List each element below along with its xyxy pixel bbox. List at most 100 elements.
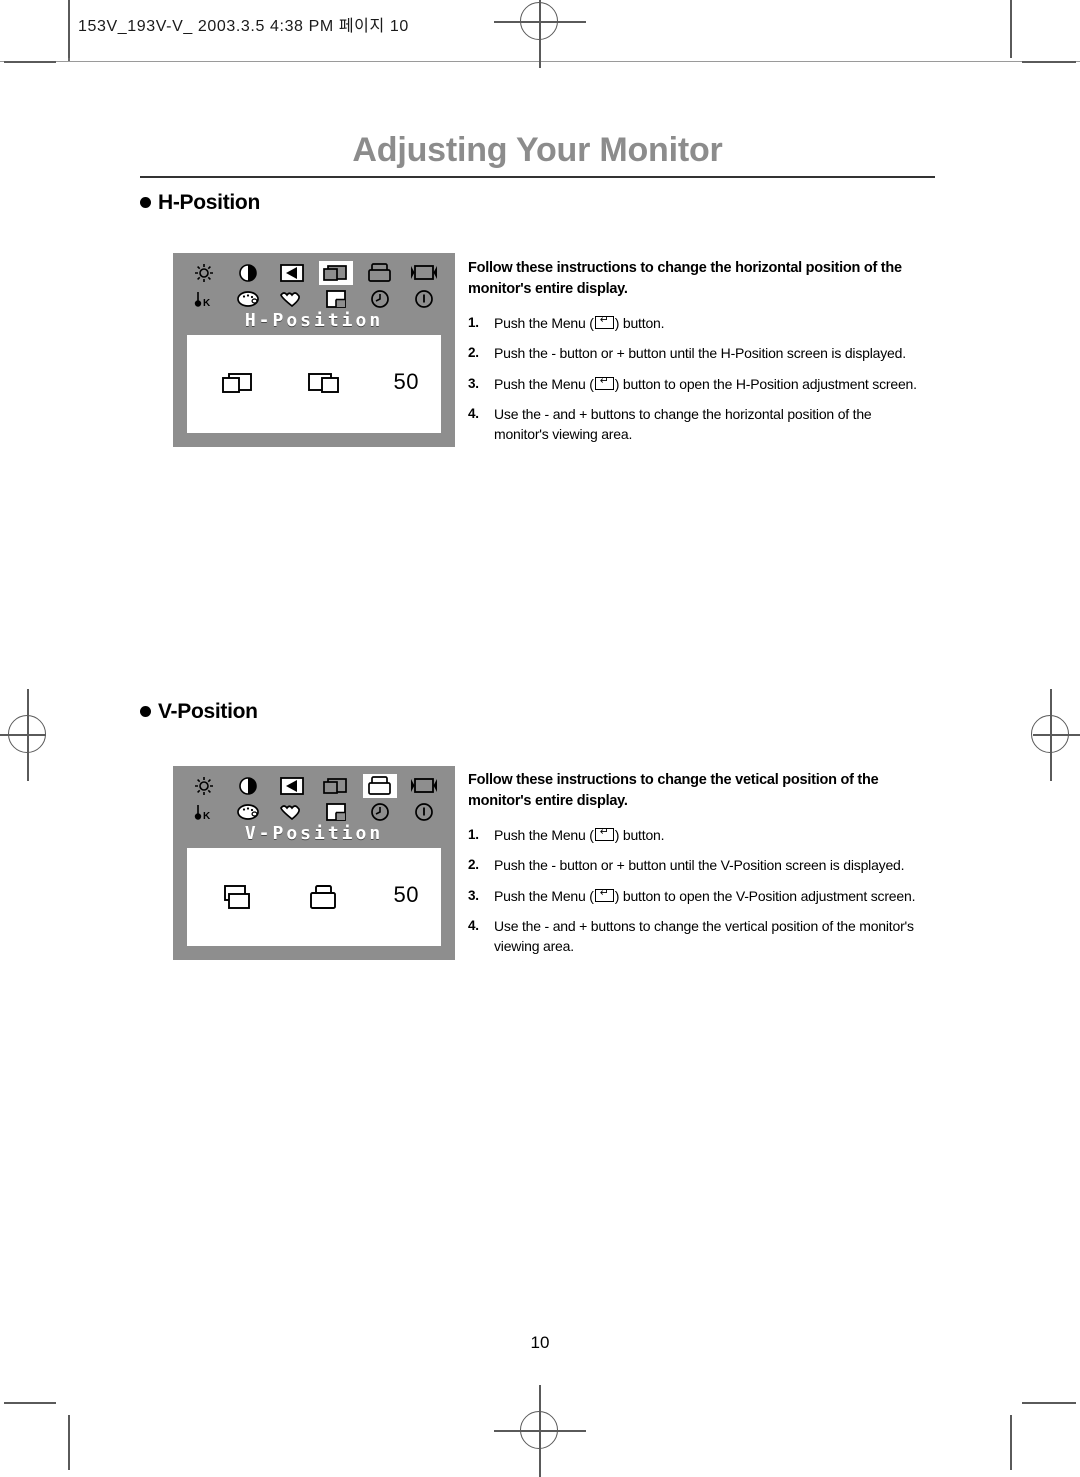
step-text-after: ) button. xyxy=(614,315,665,332)
trim-mark-top-right-vertical xyxy=(1010,0,1012,58)
menu-button-icon xyxy=(594,826,614,842)
step-number: 3. xyxy=(468,887,479,903)
sharpness-icon[interactable] xyxy=(275,261,309,285)
section-heading-v-position: V-Position xyxy=(140,700,258,724)
osd-panel-h-position: K H-Position 50 xyxy=(173,253,455,447)
section-heading-h-position: H-Position xyxy=(140,191,260,215)
brightness-icon[interactable] xyxy=(187,261,221,285)
instructions-intro: Follow these instructions to change the … xyxy=(468,260,902,297)
registration-mark-top xyxy=(494,0,586,68)
instruction-step: 4. Use the - and + buttons to change the… xyxy=(468,404,918,445)
h-position-icon[interactable] xyxy=(319,774,353,798)
osd-icon-row-2: K xyxy=(183,286,445,312)
instruction-step: 3. Push the Menu ( ) button to open the H… xyxy=(468,374,918,394)
information-icon[interactable] xyxy=(407,287,441,311)
instruction-step: 2. Push the - button or + button until t… xyxy=(468,855,918,875)
registration-mark-bottom xyxy=(494,1385,586,1477)
step-text-after: ) button to open the H-Position adjustme… xyxy=(614,375,917,392)
step-text-before: Push the Menu ( xyxy=(494,375,594,392)
step-text: Use the - and + buttons to change the ho… xyxy=(494,406,872,443)
color-palette-icon[interactable] xyxy=(231,800,265,824)
v-position-up-icon xyxy=(307,884,341,917)
step-number: 1. xyxy=(468,315,479,331)
h-size-icon[interactable] xyxy=(407,774,441,798)
step-number: 2. xyxy=(468,345,479,361)
step-text-after: ) button. xyxy=(614,827,665,844)
step-text-before: Push the Menu ( xyxy=(494,827,594,844)
h-size-icon[interactable] xyxy=(407,261,441,285)
bullet-icon xyxy=(140,197,151,208)
osd-icon-grid: K xyxy=(183,773,445,825)
step-number: 1. xyxy=(468,827,479,843)
step-text: Push the Menu ( ) button to open the V-Po… xyxy=(494,886,918,906)
step-text: Push the Menu ( ) button. xyxy=(494,825,918,845)
v-position-down-icon xyxy=(221,884,255,917)
menu-button-icon xyxy=(594,314,614,330)
step-number: 3. xyxy=(468,375,479,391)
instruction-step: 2. Push the - button or + button until t… xyxy=(468,343,918,363)
instruction-steps: 1. Push the Menu ( ) button. 2. Push the … xyxy=(468,825,918,956)
trim-mark-top-right-horizontal xyxy=(1022,61,1076,63)
instruction-step: 1. Push the Menu ( ) button. xyxy=(468,825,918,845)
instruction-steps: 1. Push the Menu ( ) button. 2. Push the … xyxy=(468,313,918,444)
trim-mark-bottom-left-horizontal xyxy=(4,1402,56,1404)
osd-menu-label: H-Position xyxy=(244,310,384,331)
sharpness-icon[interactable] xyxy=(275,774,309,798)
manual-page: 153V_193V-V_ 2003.3.5 4:38 PM 페이지 10 Adj… xyxy=(0,0,1080,1477)
step-text-after: ) button to open the V-Position adjustme… xyxy=(614,887,916,904)
color-temperature-icon[interactable]: K xyxy=(187,287,221,311)
menu-button-icon xyxy=(594,887,614,902)
step-text: Push the Menu ( ) button. xyxy=(494,313,918,333)
v-position-icon[interactable] xyxy=(363,774,397,798)
h-position-right-icon xyxy=(307,371,341,402)
step-text: Use the - and + buttons to change the ve… xyxy=(494,918,914,955)
svg-text:K: K xyxy=(203,811,211,822)
clock-phase-icon[interactable] xyxy=(363,800,397,824)
page-number: 10 xyxy=(530,1333,550,1352)
osd-position-icon[interactable] xyxy=(319,800,353,824)
step-number: 4. xyxy=(468,406,479,422)
clock-phase-icon[interactable] xyxy=(363,287,397,311)
step-number: 4. xyxy=(468,918,479,934)
trim-mark-top-left-vertical xyxy=(68,0,70,58)
contrast-icon[interactable] xyxy=(231,261,265,285)
osd-icon-grid: K xyxy=(183,260,445,312)
step-text: Push the - button or + button until the … xyxy=(494,857,905,874)
color-palette-icon[interactable] xyxy=(231,287,265,311)
h-position-left-icon xyxy=(221,371,255,402)
step-text: Push the Menu ( ) button to open the H-Po… xyxy=(494,374,918,394)
color-adjust-icon[interactable] xyxy=(275,287,309,311)
step-text-before: Push the Menu ( xyxy=(494,887,594,904)
trim-mark-bottom-right-vertical xyxy=(1010,1415,1012,1470)
menu-button-icon xyxy=(594,375,614,390)
trim-mark-bottom-left-vertical xyxy=(68,1415,70,1470)
section-heading-label: V-Position xyxy=(158,700,258,723)
registration-mark-left xyxy=(0,689,74,781)
osd-position-icon[interactable] xyxy=(319,287,353,311)
h-position-icon[interactable] xyxy=(319,261,353,285)
step-text: Push the - button or + button until the … xyxy=(494,345,906,362)
contrast-icon[interactable] xyxy=(231,774,265,798)
v-position-icon[interactable] xyxy=(363,261,397,285)
instructions-h-position: Follow these instructions to change the … xyxy=(468,258,918,455)
instruction-step: 1. Push the Menu ( ) button. xyxy=(468,313,918,333)
print-header-text: 153V_193V-V_ 2003.3.5 4:38 PM 페이지 10 xyxy=(78,18,409,35)
color-adjust-icon[interactable] xyxy=(275,800,309,824)
step-number: 2. xyxy=(468,857,479,873)
osd-icon-row-1 xyxy=(183,260,445,286)
instruction-step: 3. Push the Menu ( ) button to open the V… xyxy=(468,886,918,906)
osd-icon-row-1 xyxy=(183,773,445,799)
step-text-before: Push the Menu ( xyxy=(494,315,594,332)
instructions-intro: Follow these instructions to change the … xyxy=(468,772,879,809)
title-underline xyxy=(140,176,935,178)
osd-value-area: 50 xyxy=(187,848,441,946)
brightness-icon[interactable] xyxy=(187,774,221,798)
section-heading-label: H-Position xyxy=(158,191,260,214)
instructions-v-position: Follow these instructions to change the … xyxy=(468,770,918,967)
trim-mark-top-left-horizontal xyxy=(4,61,56,63)
osd-value-area: 50 xyxy=(187,335,441,433)
trim-mark-bottom-right-horizontal xyxy=(1022,1402,1076,1404)
information-icon[interactable] xyxy=(407,800,441,824)
color-temperature-icon[interactable]: K xyxy=(187,800,221,824)
osd-value: 50 xyxy=(393,882,419,907)
